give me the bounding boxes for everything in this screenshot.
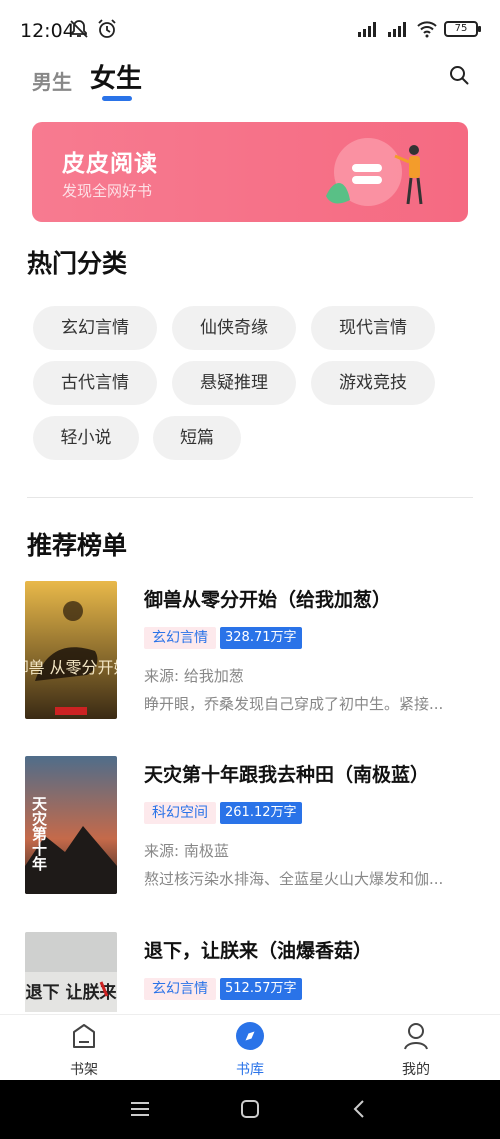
book-description: 熬过核污染水排海、全蓝星火山大爆发和伽...	[144, 870, 444, 888]
book-cover: 天灾第十年	[25, 756, 117, 894]
battery-indicator: 75	[444, 21, 481, 37]
cover-text: 御兽 从零分开始	[25, 658, 117, 677]
bell-off-icon	[70, 20, 88, 38]
nav-shelf[interactable]: 书架	[44, 1021, 124, 1079]
search-icon[interactable]	[448, 64, 470, 86]
ranking-title: 推荐榜单	[27, 531, 128, 560]
cover-text: 天灾第十年	[30, 796, 48, 872]
active-tab-indicator	[102, 96, 132, 101]
compass-icon	[236, 1022, 264, 1050]
book-cover: 御兽 从零分开始	[25, 581, 117, 719]
banner-illustration	[326, 138, 423, 206]
tab-female-label: 女生	[90, 64, 143, 94]
chip-youxi[interactable]: 游戏竞技	[311, 361, 435, 405]
alarm-icon	[98, 19, 116, 38]
gender-tabs: 男生 女生	[32, 58, 143, 101]
status-bar: 12:04 75	[0, 0, 500, 62]
word-count-badge: 512.57万字	[220, 978, 302, 1000]
chip-xianxia[interactable]: 仙侠奇缘	[172, 306, 296, 350]
status-time: 12:04	[20, 20, 75, 42]
home-icon[interactable]	[238, 1098, 262, 1120]
tab-female[interactable]: 女生	[90, 58, 143, 101]
book-item[interactable]: 退下 让朕来 退下，让朕来（油爆香菇） 玄幻言情 512.57万字	[25, 932, 475, 1012]
bookshelf-icon	[73, 1024, 95, 1048]
genre-tag: 玄幻言情	[144, 627, 216, 649]
genre-tag: 玄幻言情	[144, 978, 216, 1000]
nav-mine[interactable]: 我的	[376, 1021, 456, 1079]
word-count-badge: 328.71万字	[220, 627, 302, 649]
book-source: 来源: 给我加葱	[144, 667, 244, 685]
nav-library-label: 书库	[236, 1062, 264, 1078]
book-title: 天灾第十年跟我去种田（南极蓝）	[144, 764, 430, 786]
genre-tag: 科幻空间	[144, 802, 216, 824]
banner-subtitle: 发现全网好书	[62, 182, 153, 200]
signal-icon-2	[388, 22, 406, 37]
book-item[interactable]: 御兽 从零分开始 御兽从零分开始（给我加葱） 玄幻言情 328.71万字 来源:…	[25, 581, 475, 721]
tab-male[interactable]: 男生	[32, 66, 72, 95]
back-icon[interactable]	[348, 1098, 372, 1120]
book-title: 御兽从零分开始（给我加葱）	[144, 589, 392, 611]
bottom-nav: 书架 书库 我的	[0, 1014, 500, 1080]
book-cover: 退下 让朕来	[25, 932, 117, 1012]
nav-library[interactable]: 书库	[210, 1021, 290, 1079]
word-count-badge: 261.12万字	[220, 802, 302, 824]
book-title: 退下，让朕来（油爆香菇）	[144, 940, 373, 962]
chip-xuanhuan[interactable]: 玄幻言情	[33, 306, 157, 350]
hot-categories-title: 热门分类	[27, 249, 128, 278]
menu-icon[interactable]	[128, 1098, 152, 1120]
system-nav-bar	[0, 1080, 500, 1139]
chip-duanpian[interactable]: 短篇	[153, 416, 241, 460]
nav-mine-label: 我的	[402, 1062, 430, 1078]
book-item[interactable]: 天灾第十年 天灾第十年跟我去种田（南极蓝） 科幻空间 261.12万字 来源: …	[25, 756, 475, 896]
book-description: 睁开眼，乔桑发现自己穿成了初中生。紧接...	[144, 695, 444, 713]
banner-title: 皮皮阅读	[62, 151, 158, 177]
book-source: 来源: 南极蓝	[144, 842, 229, 860]
signal-icon	[358, 22, 376, 37]
promo-banner[interactable]: 皮皮阅读 发现全网好书	[32, 122, 468, 222]
wifi-icon	[417, 21, 437, 38]
nav-shelf-label: 书架	[70, 1062, 98, 1078]
chip-xuanyi[interactable]: 悬疑推理	[172, 361, 296, 405]
chip-xiandai[interactable]: 现代言情	[311, 306, 435, 350]
chip-gudai[interactable]: 古代言情	[33, 361, 157, 405]
chip-qingxiaoshuo[interactable]: 轻小说	[33, 416, 139, 460]
status-left-icons	[68, 18, 118, 40]
status-right: 75	[356, 20, 481, 38]
section-divider	[27, 497, 473, 498]
user-icon	[404, 1023, 428, 1050]
